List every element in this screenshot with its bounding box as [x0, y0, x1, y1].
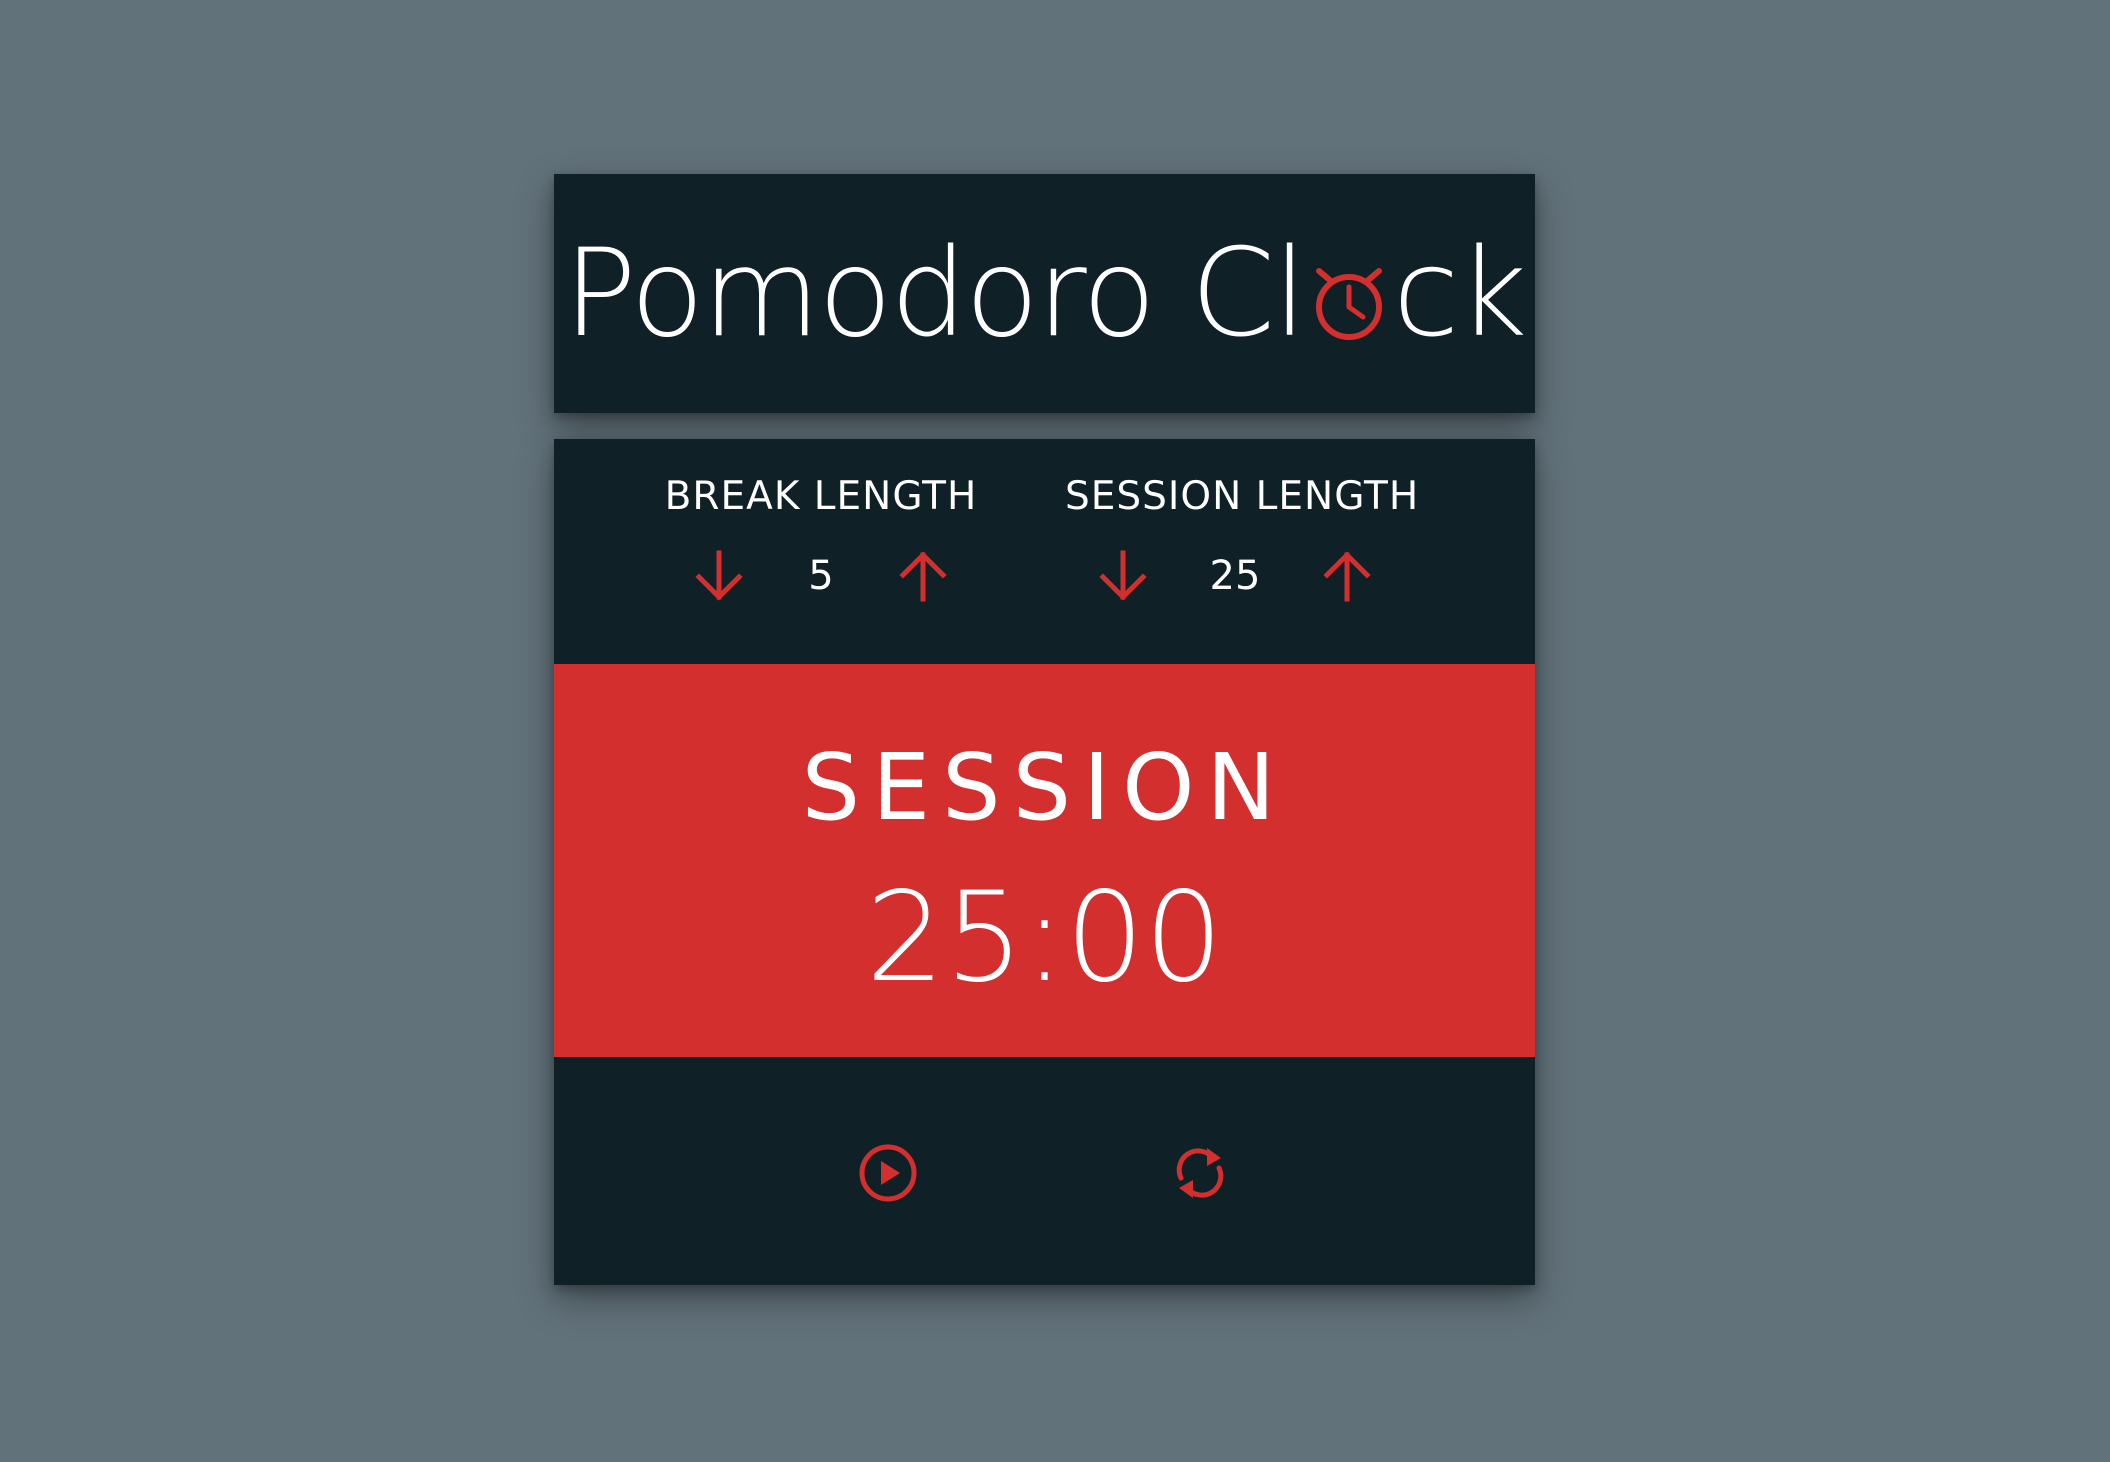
title-text-suffix: ck	[1392, 223, 1528, 364]
play-circle-icon	[859, 1144, 917, 1202]
break-length-controls: 5	[651, 544, 991, 608]
arrow-up-icon	[899, 551, 947, 602]
break-length-control: BREAK LENGTH 5	[651, 477, 991, 608]
header-panel: Pomodoro Cl ck	[554, 174, 1535, 413]
session-length-controls: 25	[1065, 544, 1405, 608]
session-length-value: 25	[1209, 553, 1261, 599]
session-increment-button[interactable]	[1315, 544, 1379, 608]
arrow-up-icon	[1323, 551, 1371, 602]
main-panel: BREAK LENGTH 5 SESSION LENGTH 25 SESSION…	[554, 439, 1535, 1285]
session-length-label: SESSION LENGTH	[1065, 474, 1420, 519]
timer-label: SESSION	[801, 734, 1288, 841]
timer-display: SESSION 25:00	[554, 664, 1535, 1057]
break-length-value: 5	[808, 553, 834, 599]
title-text-prefix: Pomodoro Cl	[563, 223, 1307, 364]
session-length-control: SESSION LENGTH 25	[1065, 474, 1420, 608]
break-length-label: BREAK LENGTH	[664, 474, 978, 519]
refresh-icon	[1176, 1148, 1224, 1198]
reset-button[interactable]	[1166, 1139, 1234, 1207]
alarm-clock-icon	[1309, 241, 1389, 351]
app-title: Pomodoro Cl ck	[554, 174, 1535, 413]
arrow-down-icon	[695, 550, 743, 601]
break-decrement-button[interactable]	[687, 544, 751, 608]
start-button[interactable]	[854, 1139, 922, 1207]
arrow-down-icon	[1099, 550, 1147, 601]
session-decrement-button[interactable]	[1091, 544, 1155, 608]
break-increment-button[interactable]	[891, 544, 955, 608]
timer-time: 25:00	[865, 866, 1224, 1010]
